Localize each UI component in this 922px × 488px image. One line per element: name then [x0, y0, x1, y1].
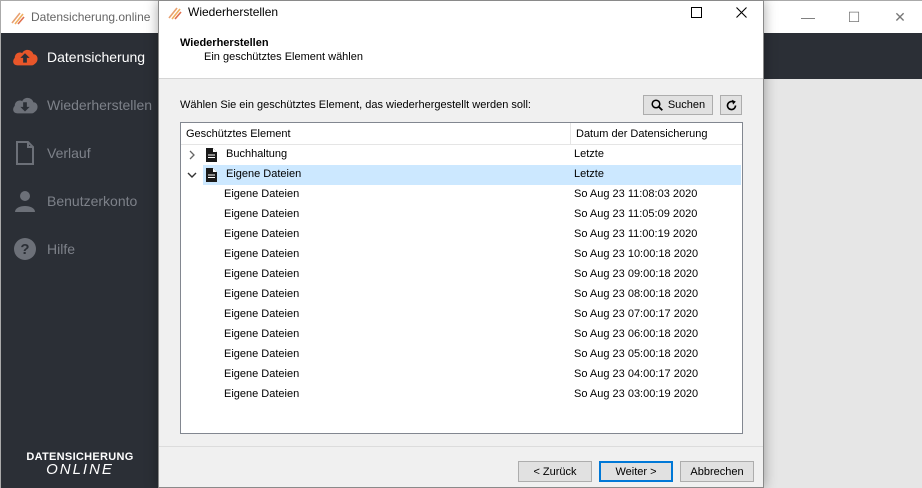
dialog-close-button[interactable]	[719, 1, 763, 23]
backup-date: So Aug 23 11:05:09 2020	[574, 208, 698, 220]
sidebar-item-label: Wiederherstellen	[47, 97, 153, 113]
footer-divider	[159, 446, 763, 447]
dialog-titlebar: Wiederherstellen	[159, 1, 763, 31]
sidebar-item-label: Verlauf	[47, 145, 91, 161]
help-icon: ?	[11, 235, 39, 263]
backup-date: So Aug 23 09:00:18 2020	[574, 268, 699, 280]
app-title: Datensicherung.online	[31, 10, 151, 24]
backup-date: So Aug 23 10:00:18 2020	[574, 248, 699, 260]
app-minimize-button[interactable]: —	[785, 1, 831, 33]
document-icon	[206, 168, 217, 185]
sidebar-item-verlauf[interactable]: Verlauf	[1, 129, 159, 177]
backup-date: So Aug 23 04:00:17 2020	[574, 368, 699, 380]
back-button[interactable]: < Zurück	[518, 461, 592, 482]
table-row[interactable]: Eigene Dateien So Aug 23 11:00:19 2020	[181, 225, 742, 245]
refresh-icon	[726, 99, 736, 110]
sidebar: Datensicherung Wiederherstellen Verlauf …	[1, 33, 159, 488]
table-row[interactable]: Eigene Dateien So Aug 23 07:00:17 2020	[181, 305, 742, 325]
app-maximize-button[interactable]: ☐	[831, 1, 877, 33]
chevron-down-icon[interactable]	[186, 168, 198, 182]
table-row[interactable]: Eigene Dateien So Aug 23 06:00:18 2020	[181, 325, 742, 345]
table-row[interactable]: Eigene Dateien So Aug 23 10:00:18 2020	[181, 245, 742, 265]
element-name: Eigene Dateien	[224, 268, 300, 280]
document-icon	[206, 148, 217, 165]
cancel-button[interactable]: Abbrechen	[680, 461, 754, 482]
table-row[interactable]: Eigene Dateien So Aug 23 03:00:19 2020	[181, 385, 742, 405]
sidebar-item-datensicherung[interactable]: Datensicherung	[1, 33, 159, 81]
element-name: Buchhaltung	[226, 148, 288, 160]
dialog-title: Wiederherstellen	[188, 5, 279, 19]
refresh-button[interactable]	[720, 95, 742, 115]
close-icon	[735, 6, 747, 18]
next-button[interactable]: Weiter >	[599, 461, 673, 482]
table-row[interactable]: Eigene Dateien So Aug 23 05:00:18 2020	[181, 345, 742, 365]
element-name: Eigene Dateien	[224, 388, 300, 400]
dialog-header: Wiederherstellen Ein geschütztes Element…	[159, 31, 763, 79]
sidebar-item-label: Hilfe	[47, 241, 76, 257]
cloud-download-icon	[11, 91, 39, 119]
app-logo-icon	[168, 7, 182, 20]
element-name: Eigene Dateien	[226, 168, 302, 180]
maximize-icon	[690, 6, 702, 18]
table-row[interactable]: Eigene Dateien So Aug 23 09:00:18 2020	[181, 265, 742, 285]
app-close-button[interactable]: ✕	[877, 1, 922, 33]
backup-date: So Aug 23 11:08:03 2020	[574, 188, 698, 200]
sidebar-item-hilfe[interactable]: ? Hilfe	[1, 225, 159, 273]
backup-date: So Aug 23 05:00:18 2020	[574, 348, 699, 360]
app-logo-icon	[11, 12, 25, 25]
element-name: Eigene Dateien	[224, 228, 300, 240]
brand-line-2: ONLINE	[46, 461, 114, 478]
search-button[interactable]: Suchen	[643, 95, 713, 115]
search-icon	[651, 99, 663, 111]
backup-date: So Aug 23 06:00:18 2020	[574, 328, 699, 340]
protected-element-tree[interactable]: Geschütztes Element Datum der Datensiche…	[180, 122, 743, 434]
element-name: Eigene Dateien	[224, 188, 300, 200]
sidebar-item-label: Benutzerkonto	[47, 193, 138, 209]
table-row[interactable]: Eigene Dateien So Aug 23 11:05:09 2020	[181, 205, 742, 225]
table-row[interactable]: Eigene Dateien So Aug 23 11:08:03 2020	[181, 185, 742, 205]
brand-logo: DATENSICHERUNG ONLINE	[1, 451, 159, 478]
backup-date: Letzte	[574, 148, 604, 160]
instruction-text: Wählen Sie ein geschütztes Element, das …	[180, 99, 531, 111]
element-name: Eigene Dateien	[224, 208, 300, 220]
table-row[interactable]: Eigene Dateien So Aug 23 04:00:17 2020	[181, 365, 742, 385]
backup-date: So Aug 23 03:00:19 2020	[574, 388, 699, 400]
table-row[interactable]: Eigene Dateien So Aug 23 08:00:18 2020	[181, 285, 742, 305]
sidebar-item-label: Datensicherung	[47, 49, 146, 65]
cloud-upload-icon	[11, 43, 39, 71]
element-name: Eigene Dateien	[224, 368, 300, 380]
column-header-element[interactable]: Geschütztes Element	[181, 123, 571, 145]
user-icon	[11, 187, 39, 215]
sidebar-item-wiederherstellen[interactable]: Wiederherstellen	[1, 81, 159, 129]
dialog-subheading: Ein geschütztes Element wählen	[204, 51, 363, 63]
element-name: Eigene Dateien	[224, 348, 300, 360]
element-name: Eigene Dateien	[224, 288, 300, 300]
dialog-heading: Wiederherstellen	[180, 37, 269, 49]
tree-header: Geschütztes Element Datum der Datensiche…	[181, 123, 742, 145]
column-header-date[interactable]: Datum der Datensicherung	[571, 123, 742, 145]
search-button-label: Suchen	[667, 99, 706, 111]
element-name: Eigene Dateien	[224, 308, 300, 320]
backup-date: Letzte	[574, 168, 604, 180]
element-name: Eigene Dateien	[224, 248, 300, 260]
table-row[interactable]: Buchhaltung Letzte	[181, 145, 742, 165]
element-name: Eigene Dateien	[224, 328, 300, 340]
sidebar-item-benutzerkonto[interactable]: Benutzerkonto	[1, 177, 159, 225]
backup-date: So Aug 23 08:00:18 2020	[574, 288, 699, 300]
svg-text:?: ?	[20, 241, 29, 258]
backup-date: So Aug 23 07:00:17 2020	[574, 308, 699, 320]
backup-date: So Aug 23 11:00:19 2020	[574, 228, 698, 240]
table-row[interactable]: Eigene Dateien Letzte	[181, 165, 742, 185]
restore-dialog: Wiederherstellen Wiederherstellen Ein ge…	[158, 0, 764, 488]
chevron-right-icon[interactable]	[186, 148, 198, 162]
document-icon	[11, 139, 39, 167]
dialog-maximize-button[interactable]	[674, 1, 718, 23]
